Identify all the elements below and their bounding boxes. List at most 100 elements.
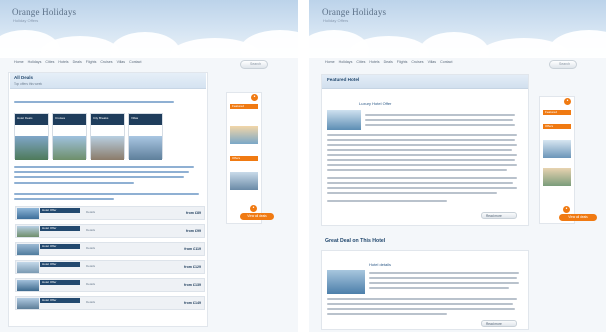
- search-label: Search: [559, 62, 571, 66]
- article-header: Featured Hotel: [322, 75, 528, 89]
- search-pill[interactable]: Search: [240, 60, 268, 69]
- deal-card[interactable]: Cruises: [52, 113, 87, 160]
- sidebar-bar-label: Featured: [545, 110, 558, 114]
- hotel-name: Hotel Offer: [42, 262, 57, 266]
- site-title[interactable]: Orange Holidays: [12, 7, 76, 17]
- nav-item[interactable]: Deals: [73, 60, 82, 64]
- hotel-row[interactable]: Hotel Offer Details from £89: [15, 206, 205, 220]
- hotel-name: Hotel Offer: [42, 226, 57, 230]
- hotel-thumb: [17, 298, 39, 309]
- hotel-sub: Details: [86, 300, 96, 304]
- view-deals-button[interactable]: View all deals: [559, 214, 597, 221]
- nav-item[interactable]: Villas: [428, 60, 437, 64]
- nav-item[interactable]: Home: [14, 60, 24, 64]
- body-text: [14, 166, 194, 168]
- nav-item[interactable]: Contact: [440, 60, 452, 64]
- nav-item[interactable]: Contact: [129, 60, 141, 64]
- main-nav: Home Holidays Cities Hotels Deals Flight…: [325, 60, 455, 64]
- nav-item[interactable]: Villas: [117, 60, 126, 64]
- hotel-thumb: [17, 262, 39, 273]
- panel-title: All Deals: [14, 75, 34, 80]
- body-text: [14, 182, 134, 184]
- sidebar-bar[interactable]: Featured: [543, 110, 571, 115]
- nav-item[interactable]: Deals: [384, 60, 393, 64]
- nav-item[interactable]: Cruises: [100, 60, 112, 64]
- deal-card-label: Villas: [131, 116, 139, 120]
- deal-card[interactable]: City Breaks: [90, 113, 125, 160]
- deal-card-label: Cruises: [55, 116, 66, 120]
- intro-text: [14, 101, 174, 103]
- nav-item[interactable]: Hotels: [58, 60, 68, 64]
- article2-title[interactable]: Great Deal on This Hotel: [325, 238, 385, 244]
- sidebar: [539, 96, 575, 224]
- deal-card-label: City Breaks: [93, 116, 109, 120]
- sidebar-bar[interactable]: Offers: [230, 156, 258, 161]
- hotel-price: from £149: [184, 301, 201, 305]
- hotel-price: from £99: [186, 229, 201, 233]
- view-deals-button[interactable]: View all deals: [240, 213, 274, 220]
- hotel-sub: Details: [86, 228, 96, 232]
- site-tagline: Holiday Offers: [323, 18, 349, 23]
- sidebar-photo[interactable]: [543, 140, 571, 158]
- nav-item[interactable]: Cruises: [411, 60, 423, 64]
- hotel-price: from £139: [184, 283, 201, 287]
- hotel-name: Hotel Offer: [42, 244, 57, 248]
- right-page-screenshot: Orange Holidays Holiday Offers Home Holi…: [309, 0, 606, 332]
- panel-subtitle: Top offers this week: [14, 82, 43, 86]
- sidebar-bar[interactable]: Offers: [543, 124, 571, 129]
- hotel-row[interactable]: Hotel Offer Details from £119: [15, 242, 205, 256]
- hotel-row[interactable]: Hotel Offer Details from £99: [15, 224, 205, 238]
- hotel-row[interactable]: Hotel Offer Details from £129: [15, 260, 205, 274]
- hotel-price: from £89: [186, 211, 201, 215]
- left-page-screenshot: Orange Holidays Holiday Offers Home Holi…: [0, 0, 298, 332]
- nav-item[interactable]: Holidays: [339, 60, 353, 64]
- deal-card-photo: [53, 136, 86, 160]
- hotel-name: Hotel Offer: [42, 298, 57, 302]
- site-title[interactable]: Orange Holidays: [322, 7, 386, 17]
- sidebar-photo[interactable]: [543, 168, 571, 186]
- main-nav: Home Holidays Cities Hotels Deals Flight…: [14, 60, 144, 64]
- hotel-sub: Details: [86, 264, 96, 268]
- body-text: [14, 171, 189, 173]
- sidebar-bar-label: Featured: [232, 104, 245, 108]
- sidebar-bar[interactable]: Featured: [230, 104, 258, 109]
- sidebar-badge-icon: •: [250, 205, 257, 212]
- hotel-price: from £119: [184, 247, 201, 251]
- sidebar-bar-label: Offers: [232, 156, 241, 160]
- body-text: [14, 193, 199, 195]
- hotel-sub: Details: [86, 246, 96, 250]
- sidebar-badge-icon: •: [564, 98, 571, 105]
- nav-item[interactable]: Cities: [45, 60, 54, 64]
- read-more-button[interactable]: Read more: [481, 212, 517, 219]
- read-more-button[interactable]: Read more: [481, 320, 517, 327]
- sidebar-photo[interactable]: [230, 126, 258, 144]
- nav-item[interactable]: Home: [325, 60, 335, 64]
- hotel-thumb: [17, 226, 39, 237]
- deal-card[interactable]: Hotel Deals: [14, 113, 49, 160]
- hotel-name: Hotel Offer: [42, 280, 57, 284]
- hotel-row[interactable]: Hotel Offer Details from £139: [15, 278, 205, 292]
- hotel-row[interactable]: Hotel Offer Details from £149: [15, 296, 205, 310]
- site-tagline: Holiday Offers: [13, 18, 39, 23]
- nav-item[interactable]: Holidays: [28, 60, 42, 64]
- hotel-sub: Details: [86, 282, 96, 286]
- article-title[interactable]: Featured Hotel: [327, 77, 359, 82]
- hotel-sub: Details: [86, 210, 96, 214]
- sidebar-photo[interactable]: [230, 172, 258, 190]
- hotel-price: from £129: [184, 265, 201, 269]
- sidebar-badge-icon: •: [563, 206, 570, 213]
- deal-card-photo: [129, 136, 162, 160]
- nav-item[interactable]: Cities: [356, 60, 365, 64]
- deal-card[interactable]: Villas: [128, 113, 163, 160]
- article-subtitle[interactable]: Luxury Hotel Offer: [359, 101, 391, 106]
- body-text: [14, 198, 114, 200]
- nav-item[interactable]: Flights: [86, 60, 97, 64]
- deal-card-photo: [91, 136, 124, 160]
- article-subtitle[interactable]: Hotel details: [369, 262, 391, 267]
- article-photo[interactable]: [327, 110, 361, 130]
- article-photo[interactable]: [327, 270, 365, 294]
- search-pill[interactable]: Search: [549, 60, 577, 69]
- nav-item[interactable]: Flights: [397, 60, 408, 64]
- nav-item[interactable]: Hotels: [369, 60, 379, 64]
- deal-card-label: Hotel Deals: [17, 116, 33, 120]
